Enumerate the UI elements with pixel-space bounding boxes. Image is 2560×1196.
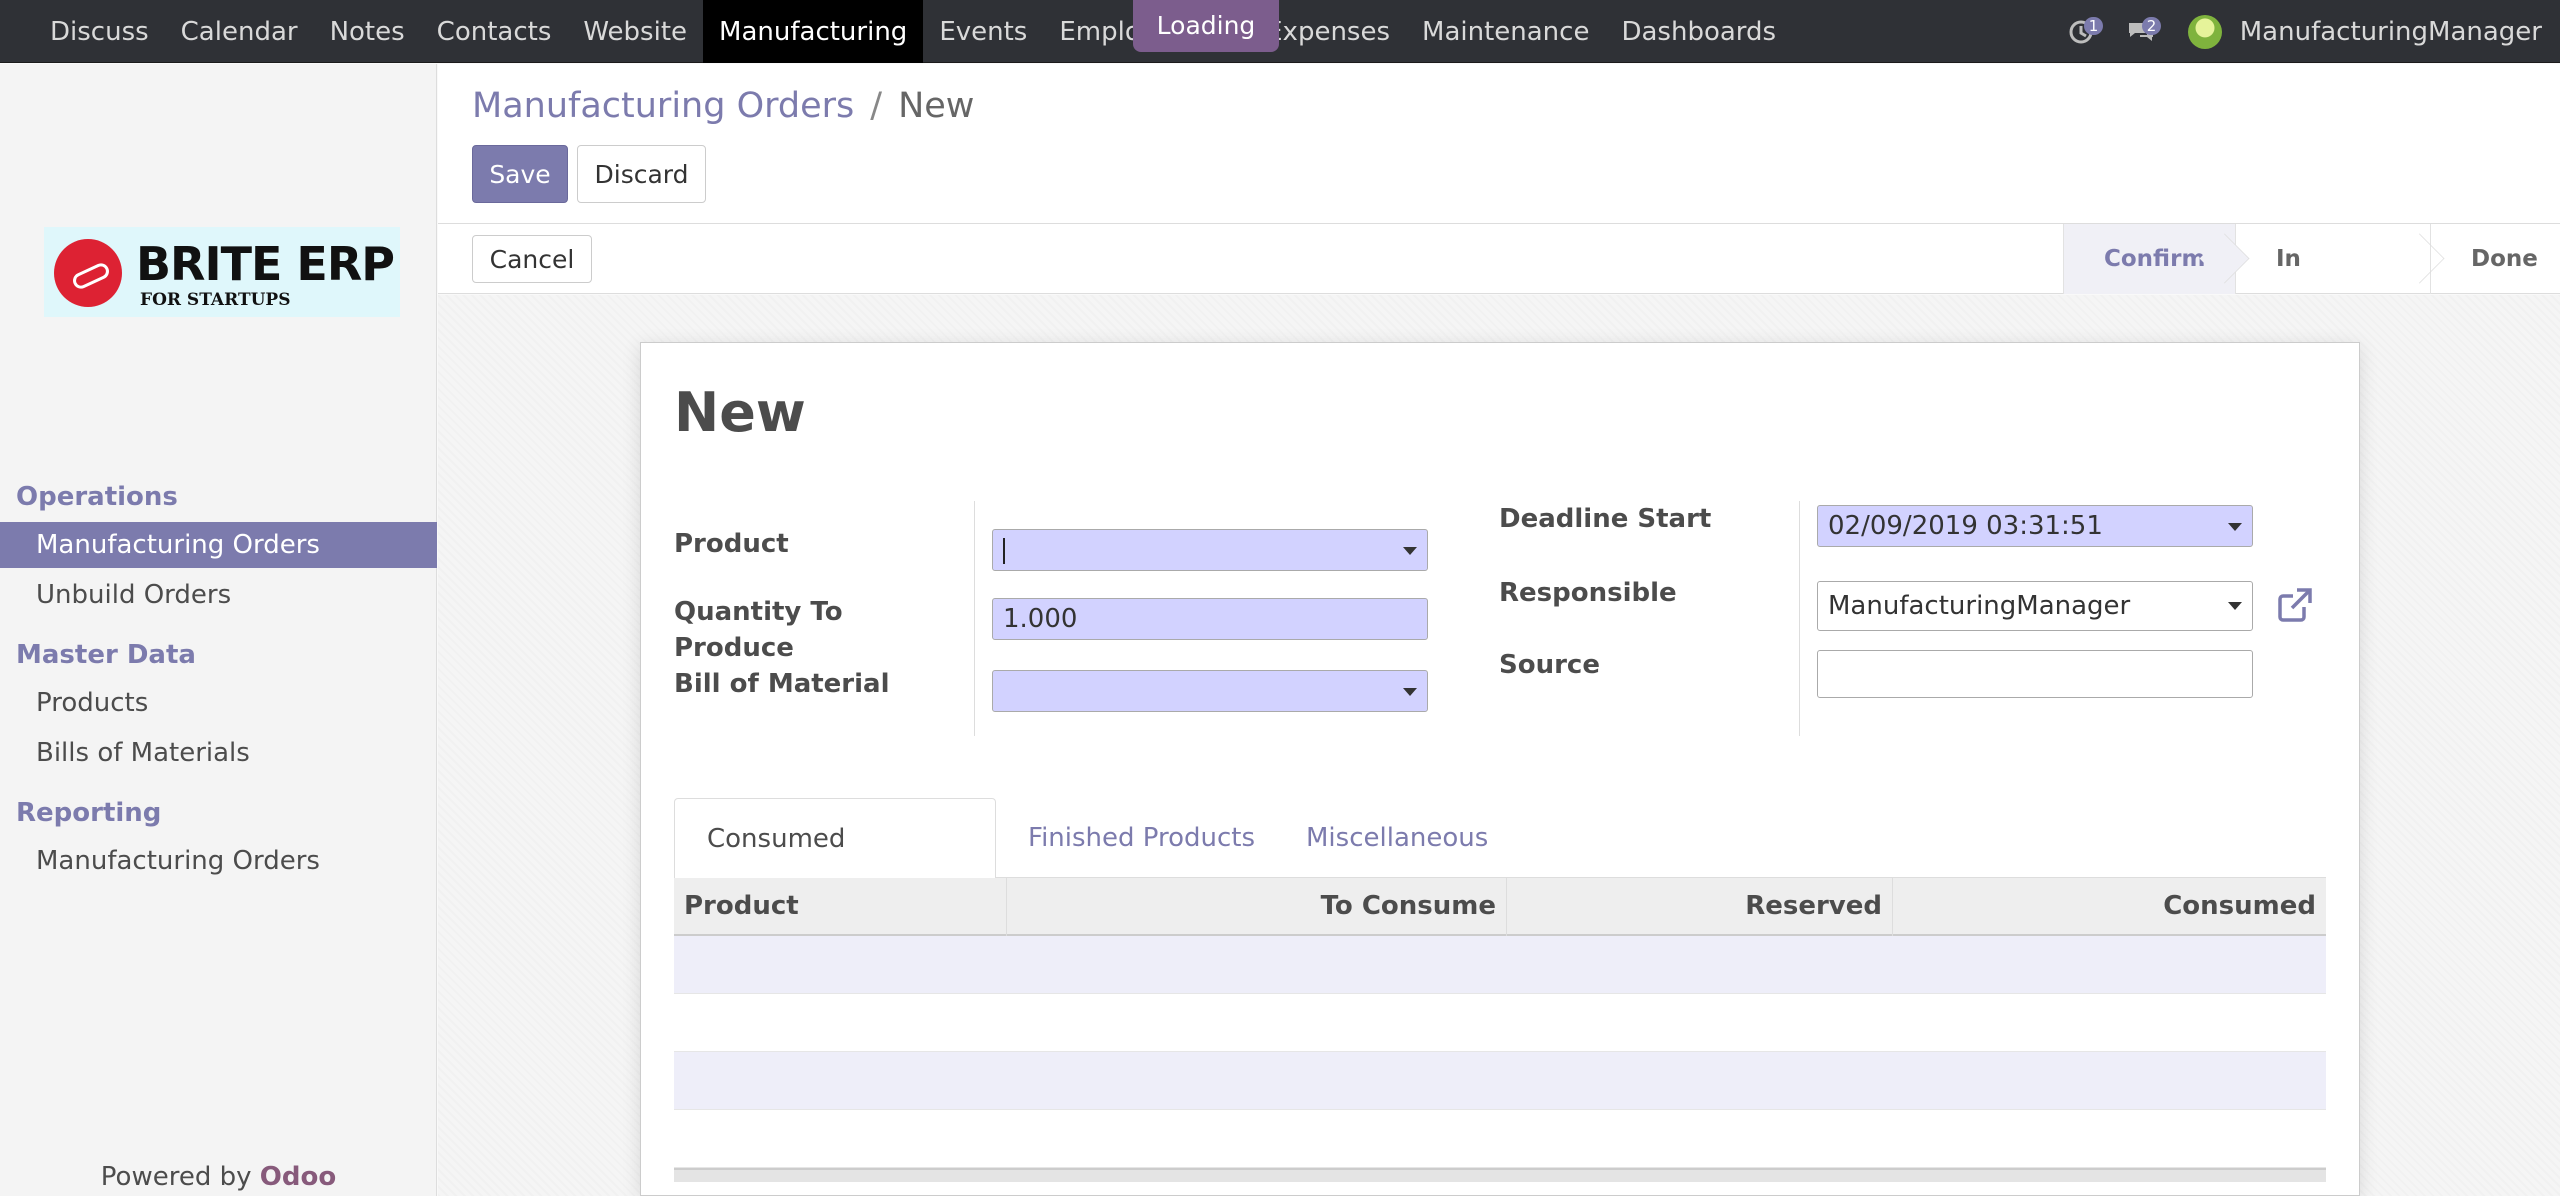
app-menu: Discuss Calendar Notes Contacts Website … [34, 0, 1792, 63]
tab-consumed-materials[interactable]: Consumed Materials [674, 798, 996, 934]
sidebar-item-products[interactable]: Products [0, 680, 437, 726]
loading-indicator: Loading [1133, 0, 1279, 52]
messages-count-badge: 2 [2141, 16, 2162, 35]
table-row [674, 936, 2326, 994]
form-sheet: New Product Quantity To Produce 1.000 Bi… [640, 342, 2360, 1196]
external-link-icon[interactable] [2275, 585, 2315, 625]
consumed-materials-table: Product To Consume Reserved Consumed [674, 878, 2326, 1182]
group-divider-left [974, 501, 975, 736]
bom-field[interactable] [992, 670, 1428, 712]
deadline-value: 02/09/2019 03:31:51 [1828, 511, 2103, 541]
section-master-data: Master Data [16, 640, 196, 670]
table-row [674, 1110, 2326, 1168]
control-panel: Manufacturing Orders / New Save Discard [438, 64, 2560, 224]
sidebar-item-manufacturing-orders[interactable]: Manufacturing Orders [0, 522, 437, 568]
odoo-link[interactable]: Odoo [260, 1162, 336, 1192]
user-avatar[interactable] [2187, 14, 2222, 49]
chevron-down-icon[interactable] [2228, 523, 2242, 531]
stage-done[interactable]: Done [2430, 224, 2560, 294]
stage-confirmed[interactable]: Confirmed [2063, 224, 2237, 294]
responsible-value: ManufacturingManager [1828, 591, 2131, 621]
tab-miscellaneous[interactable]: Miscellaneous [1274, 798, 1520, 878]
quantity-label: Quantity To Produce [674, 597, 843, 663]
breadcrumb-separator: / [870, 86, 883, 126]
messages-icon[interactable]: 2 [2126, 16, 2162, 45]
group-divider-right [1799, 501, 1800, 736]
chevron-down-icon[interactable] [1403, 688, 1417, 696]
product-label: Product [674, 529, 789, 559]
status-bar: Cancel Confirmed In Progress Done [438, 224, 2560, 342]
sidebar: BRITE ERP FOR STARTUPS Operations Manufa… [0, 64, 437, 1196]
activity-icon[interactable]: 1 [2068, 16, 2104, 45]
responsible-label: Responsible [1499, 578, 1677, 608]
chevron-down-icon[interactable] [2228, 602, 2242, 610]
tab-finished-products[interactable]: Finished Products [996, 798, 1287, 878]
systray: 1 2 ManufacturingManager [2068, 0, 2542, 63]
menu-contacts[interactable]: Contacts [421, 0, 568, 63]
section-operations: Operations [16, 482, 178, 512]
user-menu-name[interactable]: ManufacturingManager [2240, 17, 2542, 47]
record-title: New [674, 381, 806, 444]
source-label: Source [1499, 650, 1600, 680]
quantity-field[interactable]: 1.000 [992, 598, 1428, 640]
breadcrumb-current: New [898, 86, 975, 126]
column-to-consume[interactable]: To Consume [1007, 878, 1507, 936]
responsible-field[interactable]: ManufacturingManager [1817, 581, 2253, 631]
discard-button[interactable]: Discard [577, 145, 706, 203]
chevron-down-icon[interactable] [1403, 547, 1417, 555]
activity-count-badge: 1 [2083, 16, 2104, 35]
notebook-tabs: Consumed Materials Finished Products Mis… [674, 798, 2326, 934]
save-button[interactable]: Save [472, 145, 568, 203]
deadline-label: Deadline Start [1499, 504, 1712, 534]
menu-manufacturing[interactable]: Manufacturing [703, 0, 924, 63]
logo-mark-icon [54, 239, 122, 307]
text-cursor [1003, 538, 1005, 564]
sidebar-item-reporting-manufacturing-orders[interactable]: Manufacturing Orders [0, 838, 437, 884]
menu-website[interactable]: Website [567, 0, 703, 63]
bom-label: Bill of Material [674, 669, 890, 699]
sidebar-item-unbuild-orders[interactable]: Unbuild Orders [0, 572, 437, 618]
menu-dashboards[interactable]: Dashboards [1605, 0, 1792, 63]
menu-events[interactable]: Events [923, 0, 1043, 63]
stage-in-progress[interactable]: In Progress [2235, 224, 2430, 342]
cancel-button[interactable]: Cancel [472, 235, 592, 283]
company-logo: BRITE ERP FOR STARTUPS [44, 227, 400, 317]
table-row [674, 994, 2326, 1052]
menu-discuss[interactable]: Discuss [34, 0, 165, 63]
column-reserved[interactable]: Reserved [1507, 878, 1893, 936]
logo-title: BRITE ERP [136, 237, 395, 291]
column-consumed[interactable]: Consumed [1893, 878, 2326, 936]
logo-subtitle: FOR STARTUPS [140, 290, 291, 310]
table-footer [674, 1168, 2326, 1182]
deadline-field[interactable]: 02/09/2019 03:31:51 [1817, 505, 2253, 547]
section-reporting: Reporting [16, 798, 162, 828]
menu-calendar[interactable]: Calendar [165, 0, 314, 63]
powered-by: Powered by Odoo [0, 1162, 437, 1192]
breadcrumb-parent-link[interactable]: Manufacturing Orders [472, 86, 854, 126]
product-field[interactable] [992, 529, 1428, 571]
column-product[interactable]: Product [674, 878, 1007, 936]
sidebar-item-bills-of-materials[interactable]: Bills of Materials [0, 730, 437, 776]
stage-pipeline: Confirmed In Progress Done [2063, 224, 2560, 342]
top-navbar: Discuss Calendar Notes Contacts Website … [0, 0, 2560, 63]
breadcrumb: Manufacturing Orders / New [472, 86, 974, 126]
menu-notes[interactable]: Notes [314, 0, 421, 63]
powered-by-text: Powered by [100, 1162, 252, 1192]
source-field[interactable] [1817, 650, 2253, 698]
menu-maintenance[interactable]: Maintenance [1406, 0, 1605, 63]
table-row [674, 1052, 2326, 1110]
table-header: Product To Consume Reserved Consumed [674, 878, 2326, 936]
